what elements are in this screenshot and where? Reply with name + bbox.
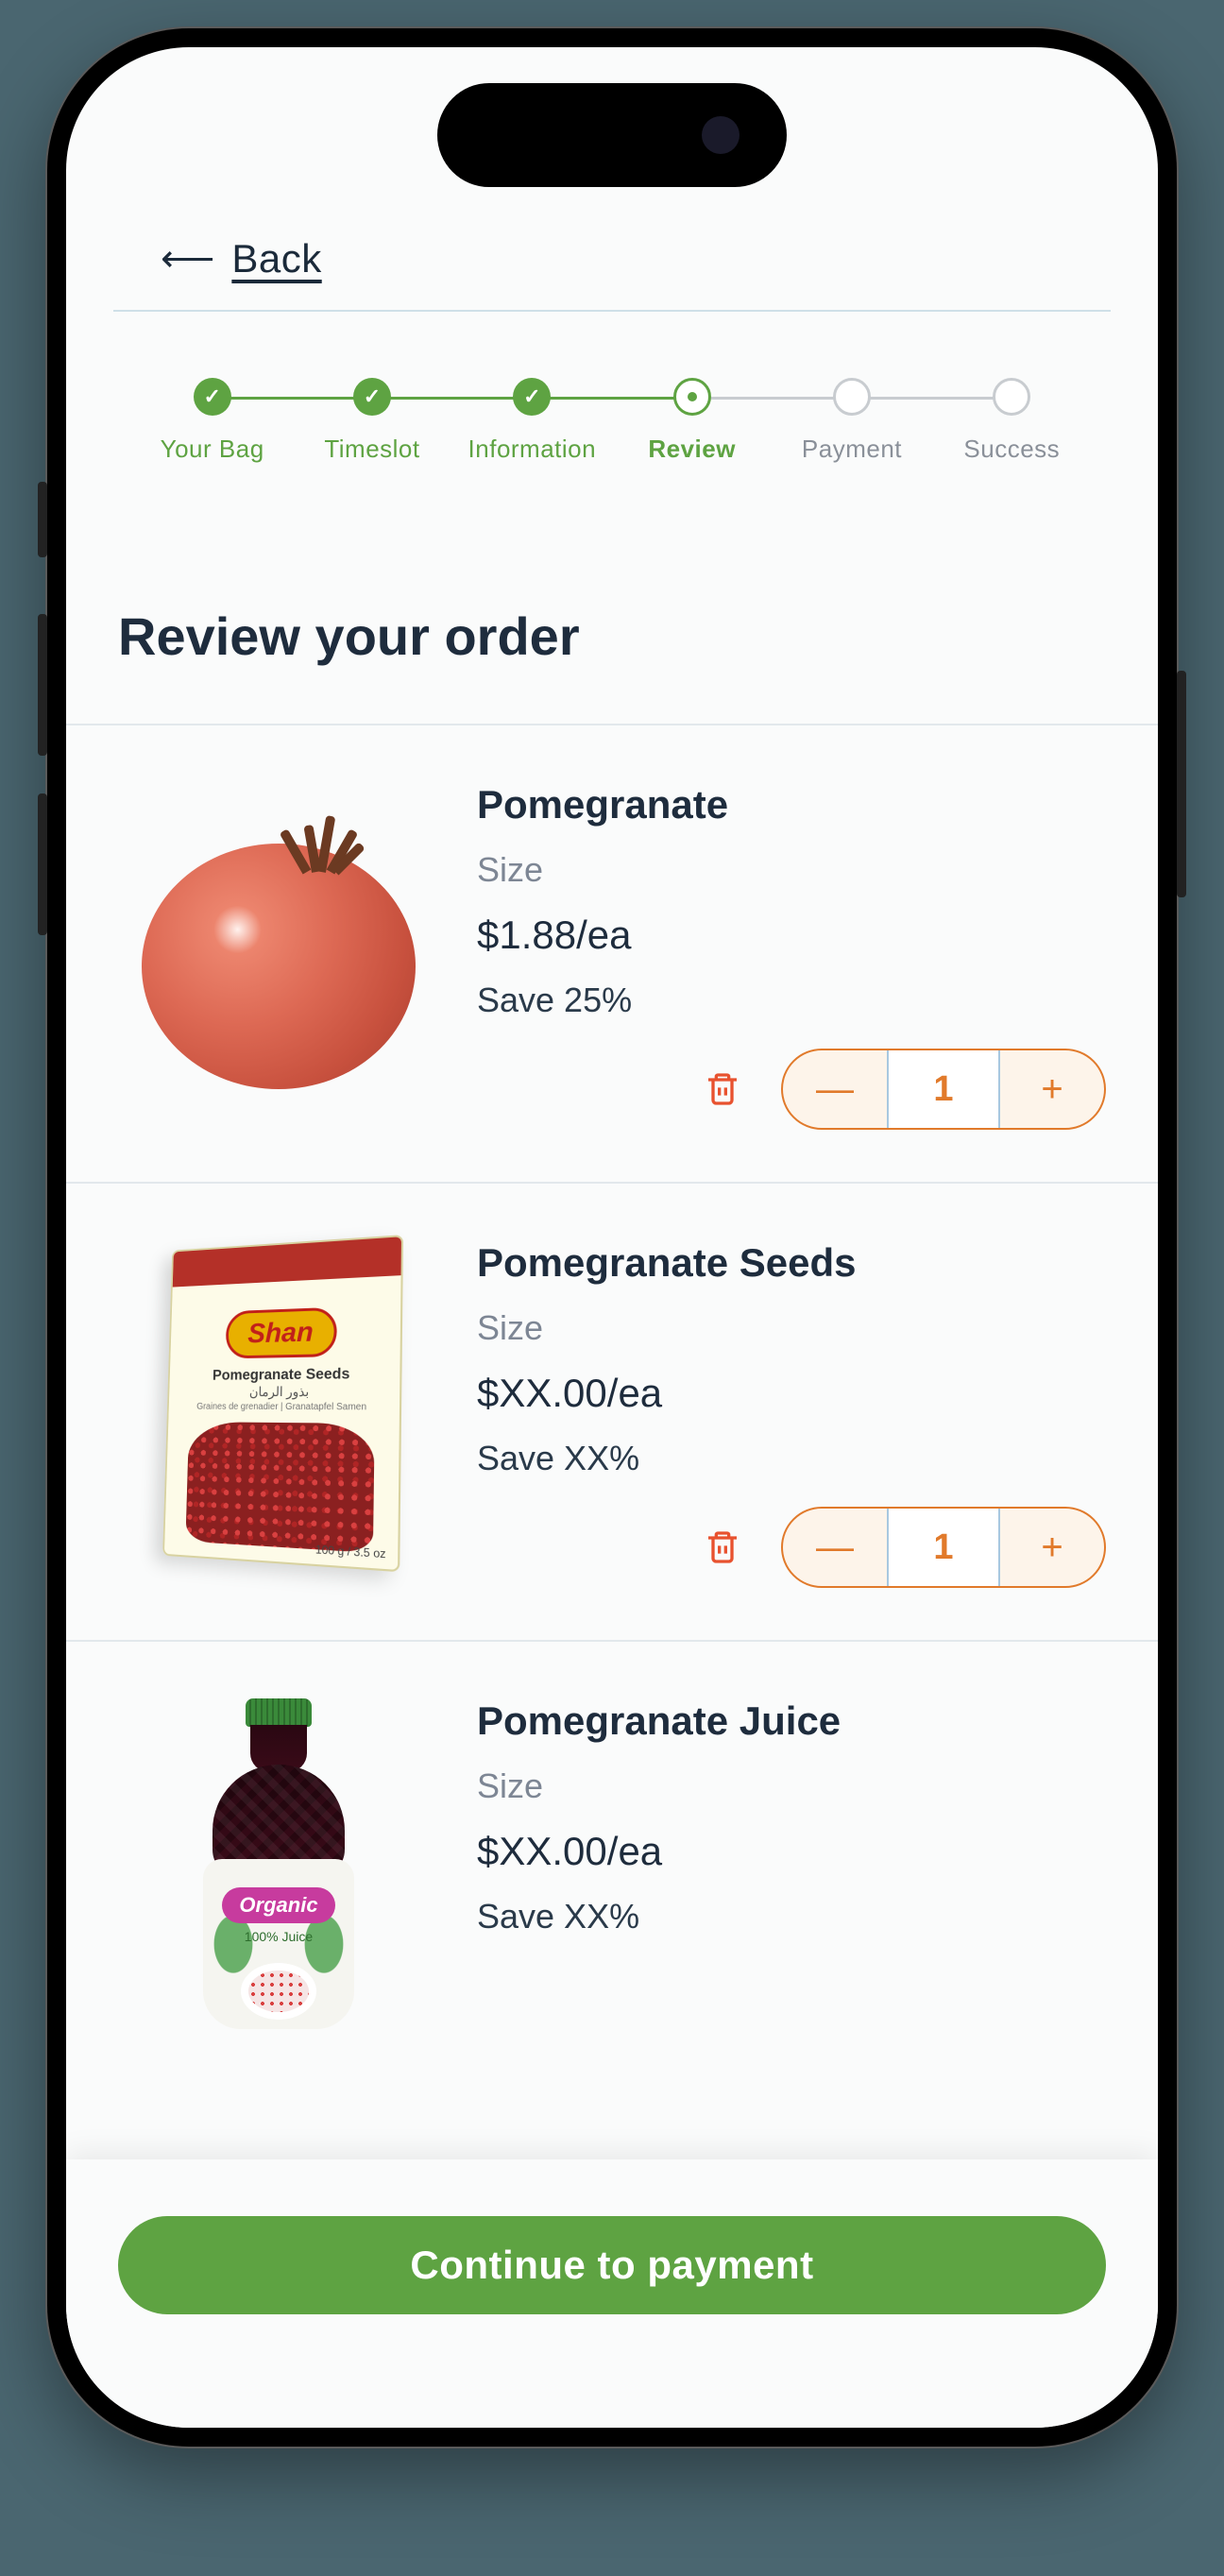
- decrement-button[interactable]: —: [783, 1050, 887, 1128]
- product-price: $1.88/ea: [477, 913, 1106, 958]
- seed-box-illustration: Shan Pomegranate Seeds بذور الرمان Grain…: [162, 1235, 403, 1572]
- quantity-stepper: — 1 +: [781, 1507, 1106, 1588]
- product-savings: Save 25%: [477, 981, 1106, 1020]
- order-item: Shan Pomegranate Seeds بذور الرمان Grain…: [66, 1182, 1158, 1640]
- product-image: Organic 100% Juice: [118, 1698, 439, 2020]
- side-button: [1177, 671, 1186, 897]
- brand-label: Shan: [226, 1307, 337, 1359]
- juice-bottle-illustration: Organic 100% Juice: [194, 1698, 364, 2020]
- check-icon: [353, 378, 391, 416]
- product-size-label: Size: [477, 1766, 1106, 1806]
- bottle-sub: 100% Juice: [245, 1929, 313, 1944]
- step-timeslot[interactable]: Timeslot: [292, 378, 451, 464]
- product-price: $XX.00/ea: [477, 1829, 1106, 1874]
- quantity-value: 1: [887, 1509, 1000, 1586]
- quantity-stepper: — 1 +: [781, 1049, 1106, 1130]
- step-connector: [532, 397, 691, 400]
- step-payment: Payment: [772, 378, 931, 464]
- check-icon: [194, 378, 231, 416]
- quantity-controls: — 1 +: [477, 1049, 1106, 1130]
- product-savings: Save XX%: [477, 1439, 1106, 1478]
- screen-content: ⟵ Back Your Bag Timeslot Info: [66, 47, 1158, 2428]
- continue-to-payment-button[interactable]: Continue to payment: [118, 2216, 1106, 2314]
- step-connector: [692, 397, 852, 400]
- product-info: Pomegranate Size $1.88/ea Save 25% —: [477, 782, 1106, 1130]
- side-button: [38, 482, 47, 557]
- cta-bar: Continue to payment: [66, 2159, 1158, 2428]
- product-name: Pomegranate: [477, 782, 1106, 827]
- organic-badge: Organic: [222, 1887, 334, 1923]
- page-title: Review your order: [66, 502, 1158, 724]
- phone-screen: ⟵ Back Your Bag Timeslot Info: [66, 47, 1158, 2428]
- product-savings: Save XX%: [477, 1897, 1106, 1936]
- step-label: Success: [963, 435, 1060, 464]
- package-product-label: Pomegranate Seeds: [212, 1366, 350, 1384]
- order-item: Organic 100% Juice Pomegranate Juice Siz…: [66, 1640, 1158, 2072]
- checkout-stepper: Your Bag Timeslot Information Review: [66, 312, 1158, 502]
- trash-icon: [704, 1528, 741, 1566]
- step-label: Review: [648, 435, 736, 464]
- phone-frame: ⟵ Back Your Bag Timeslot Info: [47, 28, 1177, 2447]
- product-name: Pomegranate Seeds: [477, 1240, 1106, 1286]
- step-information[interactable]: Information: [452, 378, 612, 464]
- notch: [437, 83, 787, 187]
- pending-step-icon: [833, 378, 871, 416]
- product-info: Pomegranate Seeds Size $XX.00/ea Save XX…: [477, 1240, 1106, 1588]
- product-image: [118, 782, 439, 1103]
- pomegranate-illustration: [132, 796, 425, 1089]
- product-price: $XX.00/ea: [477, 1371, 1106, 1416]
- delete-button[interactable]: [702, 1527, 743, 1568]
- increment-button[interactable]: +: [1000, 1050, 1104, 1128]
- product-name: Pomegranate Juice: [477, 1698, 1106, 1744]
- quantity-controls: — 1 +: [477, 1507, 1106, 1588]
- step-connector: [212, 397, 372, 400]
- increment-button[interactable]: +: [1000, 1509, 1104, 1586]
- step-label: Your Bag: [161, 435, 264, 464]
- order-item: Pomegranate Size $1.88/ea Save 25% —: [66, 724, 1158, 1182]
- arrow-left-icon: ⟵: [161, 237, 214, 281]
- product-size-label: Size: [477, 850, 1106, 890]
- back-label: Back: [231, 236, 321, 281]
- step-your-bag[interactable]: Your Bag: [132, 378, 292, 464]
- step-success: Success: [932, 378, 1092, 464]
- step-review[interactable]: Review: [612, 378, 772, 464]
- step-label: Payment: [802, 435, 902, 464]
- side-button: [38, 793, 47, 935]
- product-info: Pomegranate Juice Size $XX.00/ea Save XX…: [477, 1698, 1106, 2020]
- step-label: Information: [468, 435, 597, 464]
- step-connector: [372, 397, 532, 400]
- product-size-label: Size: [477, 1308, 1106, 1348]
- trash-icon: [704, 1070, 741, 1108]
- product-image: Shan Pomegranate Seeds بذور الرمان Grain…: [118, 1240, 439, 1561]
- delete-button[interactable]: [702, 1068, 743, 1110]
- back-button[interactable]: ⟵ Back: [113, 236, 1111, 312]
- pending-step-icon: [993, 378, 1030, 416]
- step-connector: [852, 397, 1012, 400]
- decrement-button[interactable]: —: [783, 1509, 887, 1586]
- current-step-icon: [673, 378, 711, 416]
- check-icon: [513, 378, 551, 416]
- step-label: Timeslot: [324, 435, 419, 464]
- quantity-value: 1: [887, 1050, 1000, 1128]
- side-button: [38, 614, 47, 756]
- package-weight: 100 g / 3.5 oz: [315, 1543, 386, 1561]
